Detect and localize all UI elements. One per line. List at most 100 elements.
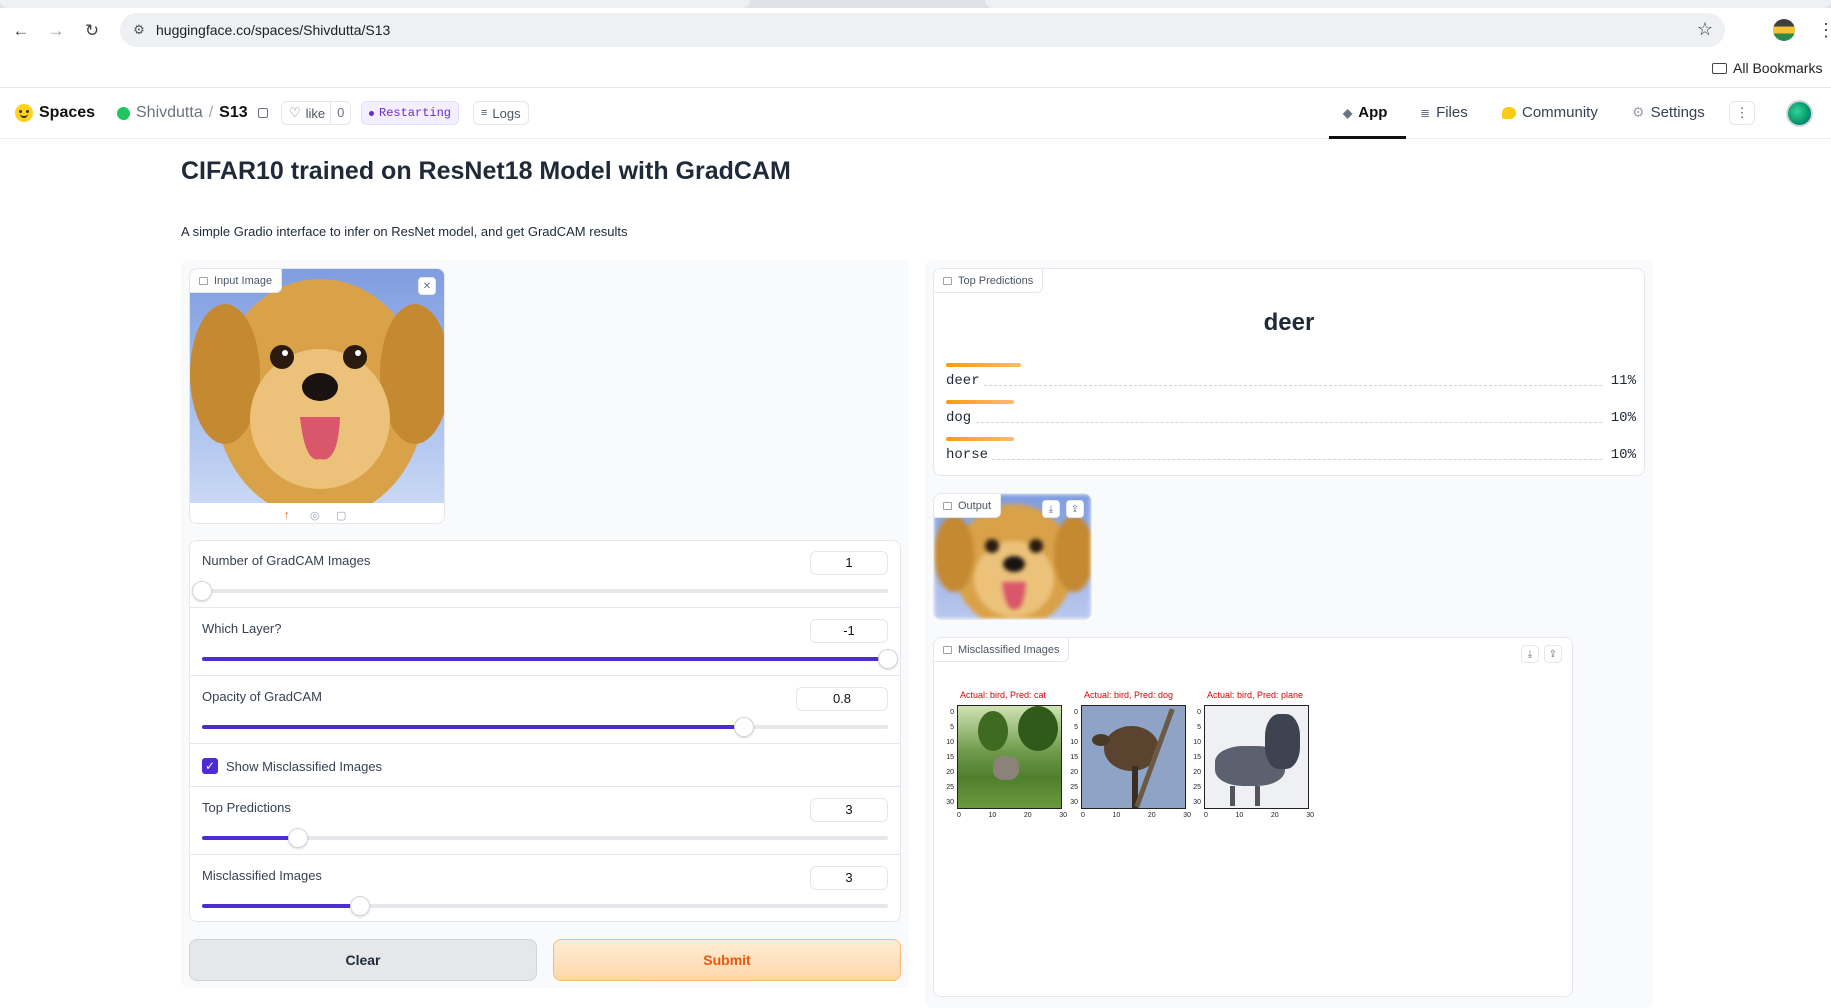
hugging-face-logo-icon <box>15 104 33 122</box>
browser-menu-icon[interactable]: ⋮ <box>1817 20 1831 41</box>
tab-files[interactable]: ≣ Files <box>1420 104 1468 121</box>
misclassified-item: Actual: bird, Pred: cat 0 5 10 15 20 25 30 0 10… <box>944 690 1067 819</box>
bookmarks-bar: All Bookmarks <box>0 52 1831 88</box>
misclassified-item: Actual: bird, Pred: plane 0 5 10 15 20 25 30 0… <box>1191 690 1314 819</box>
slider-thumb[interactable] <box>349 896 370 916</box>
top-predictions-block: Top Predictions deer deer 11% dog 10% ho… <box>933 268 1645 476</box>
clipboard-icon[interactable]: ▢ <box>336 509 346 522</box>
share-button[interactable]: ⇪ <box>1066 500 1084 518</box>
top-predictions-slider[interactable] <box>202 828 888 848</box>
more-icon: ⋮ <box>1735 105 1749 120</box>
slider-fill <box>202 657 888 661</box>
top-predictions-control: Top Predictions 3 <box>190 788 900 855</box>
tab-app[interactable]: ◆ App <box>1343 104 1387 121</box>
input-image <box>190 269 444 503</box>
opacity-slider[interactable] <box>202 717 888 737</box>
slider-fill <box>202 904 360 908</box>
slider-thumb[interactable] <box>288 828 309 848</box>
layer-control: Which Layer? -1 <box>190 609 900 676</box>
tab-settings[interactable]: ⚙ Settings <box>1632 104 1705 121</box>
opacity-input[interactable]: 0.8 <box>796 687 888 711</box>
bookmark-star-icon[interactable]: ☆ <box>1697 19 1713 40</box>
reload-icon[interactable]: ↻ <box>81 20 103 42</box>
misclassified-images-slider[interactable] <box>202 896 888 916</box>
prediction-row[interactable]: deer 11% <box>946 363 1636 393</box>
slider-thumb[interactable] <box>878 649 898 669</box>
address-bar[interactable]: ⚙ huggingface.co/spaces/Shivdutta/S13 ☆ <box>120 13 1725 47</box>
logs-button[interactable]: ≡ Logs <box>473 101 529 125</box>
status-badge: Restarting <box>361 101 460 125</box>
slider-thumb[interactable] <box>192 581 212 601</box>
prediction-bar <box>946 363 1021 367</box>
spaces-link[interactable]: Spaces <box>15 104 95 122</box>
prediction-value: 10% <box>1610 410 1636 426</box>
all-bookmarks-label: All Bookmarks <box>1733 60 1823 76</box>
layer-label: Which Layer? <box>202 621 282 636</box>
image-icon <box>199 276 208 285</box>
prediction-row[interactable]: dog 10% <box>946 400 1636 430</box>
browser-tab[interactable] <box>985 0 1831 8</box>
browser-toolbar: ← → ↻ ⚙ huggingface.co/spaces/Shivdutta/… <box>0 8 1831 52</box>
prediction-name: horse <box>946 447 989 463</box>
prediction-bar <box>946 437 1014 441</box>
user-avatar[interactable] <box>1786 100 1813 127</box>
slider-thumb[interactable] <box>733 717 754 737</box>
top-predictions-input[interactable]: 3 <box>810 798 888 822</box>
clear-button[interactable]: Clear <box>189 939 537 981</box>
show-misclassified-control[interactable]: ✓ Show Misclassified Images <box>190 745 900 787</box>
layer-input[interactable]: -1 <box>810 619 888 643</box>
browser-tab[interactable] <box>0 0 750 8</box>
back-arrow-icon[interactable]: ← <box>10 20 32 42</box>
misclassified-title: Actual: bird, Pred: plane <box>1207 690 1304 700</box>
more-options-button[interactable]: ⋮ <box>1729 101 1755 125</box>
show-misclassified-label: Show Misclassified Images <box>226 759 383 774</box>
page-description: A simple Gradio interface to infer on Re… <box>181 224 628 239</box>
profile-avatar[interactable] <box>1773 19 1795 41</box>
webcam-icon[interactable]: ◎ <box>310 509 320 522</box>
gradcam-count-control: Number of GradCAM Images 1 <box>190 541 900 608</box>
misclassified-image <box>1204 705 1309 809</box>
gear-icon: ⚙ <box>1632 104 1645 120</box>
prediction-row[interactable]: horse 10% <box>946 437 1636 467</box>
repo-link[interactable]: S13 <box>219 104 247 122</box>
files-icon: ≣ <box>1420 105 1431 120</box>
copy-icon[interactable] <box>257 108 268 118</box>
prediction-bar <box>946 400 1014 404</box>
all-bookmarks-button[interactable]: All Bookmarks <box>1712 60 1822 76</box>
download-icon: ⤓ <box>1048 503 1054 515</box>
prediction-name: dog <box>946 410 972 426</box>
gradcam-count-slider[interactable] <box>192 581 888 601</box>
prediction-leader <box>984 385 1602 386</box>
tab-community[interactable]: Community <box>1502 104 1598 121</box>
tab-settings-label: Settings <box>1650 104 1705 121</box>
misclassified-images-input[interactable]: 3 <box>810 866 888 890</box>
tab-community-label: Community <box>1522 104 1598 121</box>
show-misclassified-checkbox[interactable]: ✓ <box>202 758 218 774</box>
output-label: Output <box>934 494 1002 518</box>
upload-icon[interactable]: ↑ <box>284 509 290 521</box>
url-text: huggingface.co/spaces/Shivdutta/S13 <box>156 22 391 38</box>
slider-fill <box>202 725 744 729</box>
top-predictions-block-label-text: Top Predictions <box>958 274 1034 287</box>
misclassified-item: Actual: bird, Pred: dog 0 5 10 15 20 25 30 0 10… <box>1068 690 1191 819</box>
like-button[interactable]: ♡ like 0 <box>281 101 352 125</box>
x-axis-ticks: 0 10 20 30 <box>1204 812 1314 819</box>
share-button[interactable]: ⇪ <box>1544 645 1562 663</box>
download-button[interactable]: ⤓ <box>1042 500 1060 518</box>
submit-button[interactable]: Submit <box>553 939 901 981</box>
remove-image-button[interactable]: ✕ <box>418 277 436 295</box>
logs-icon: ≡ <box>481 107 488 119</box>
site-info-icon[interactable]: ⚙ <box>130 21 148 39</box>
download-button[interactable]: ⤓ <box>1521 645 1539 663</box>
top-prediction-label: deer <box>1263 309 1315 336</box>
owner-link[interactable]: Shivdutta <box>136 104 203 122</box>
like-label: like <box>305 105 326 121</box>
forward-arrow-icon[interactable]: → <box>45 20 67 42</box>
cube-icon: ◆ <box>1343 105 1353 120</box>
layer-slider[interactable] <box>202 649 898 669</box>
input-image-block[interactable]: Input Image ✕ ↑ ◎ ▢ <box>189 268 445 524</box>
top-predictions-label: Top Predictions <box>202 800 291 815</box>
gradcam-count-input[interactable]: 1 <box>810 551 888 575</box>
input-image-label: Input Image <box>190 269 283 293</box>
output-image-block[interactable]: Output ⤓ ⇪ <box>933 493 1092 620</box>
